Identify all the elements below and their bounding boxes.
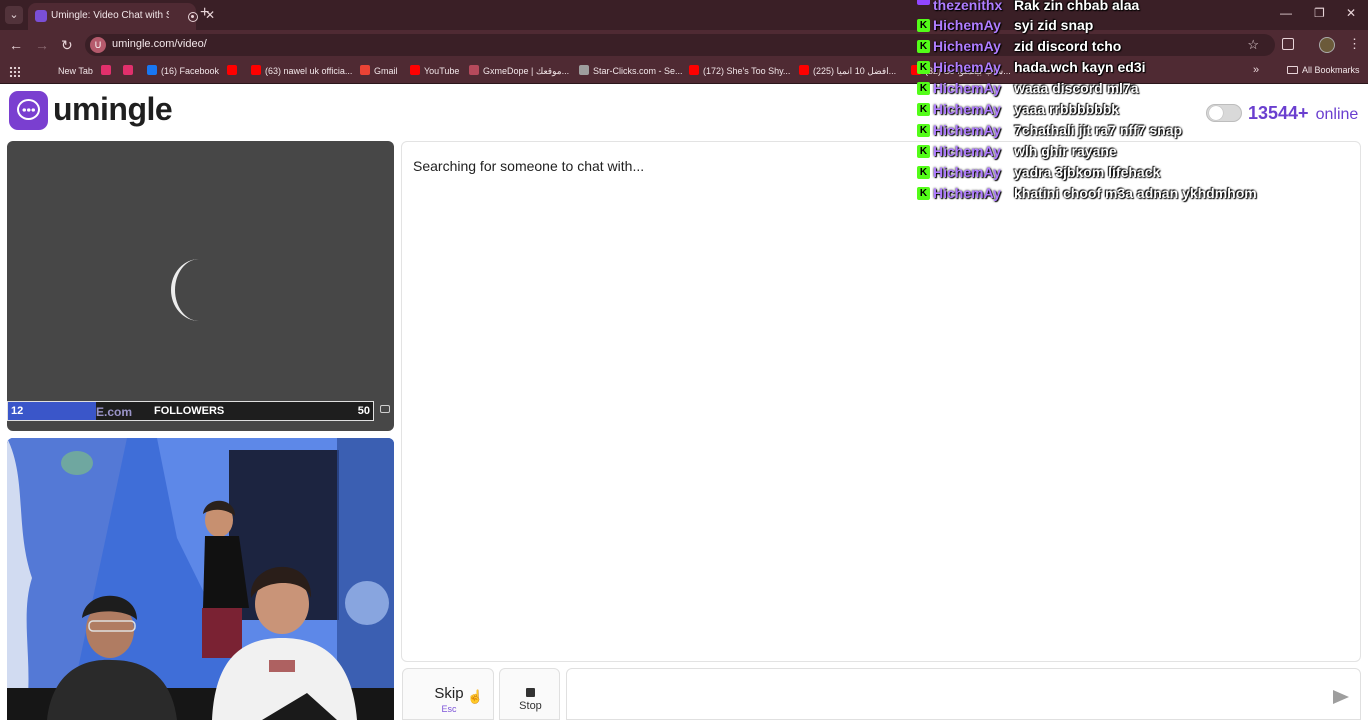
reload-icon[interactable]: ↻ bbox=[61, 37, 73, 54]
chat-username: HichemAy bbox=[933, 101, 1001, 117]
chat-username: HichemAy bbox=[933, 122, 1001, 138]
kick-badge-icon: K bbox=[917, 19, 930, 32]
bookmark-favicon-icon bbox=[689, 65, 699, 75]
bookmark-favicon-icon bbox=[44, 65, 54, 75]
skip-button[interactable]: Skip Esc ☝ bbox=[402, 668, 494, 720]
bookmark-favicon-icon bbox=[469, 65, 479, 75]
bookmark-favicon-icon bbox=[360, 65, 370, 75]
stop-button[interactable]: Stop bbox=[499, 668, 560, 720]
chat-message-text: yaaa rrbbbbbbk bbox=[1014, 101, 1120, 117]
bookmark-item[interactable]: Gmail bbox=[360, 65, 398, 76]
umingle-favicon-icon bbox=[35, 10, 47, 22]
followers-current: 12 bbox=[11, 405, 24, 417]
followers-goal-bar: 12 E.com FOLLOWERS 50 bbox=[7, 401, 374, 421]
recording-icon bbox=[188, 12, 198, 22]
stop-icon bbox=[526, 688, 535, 697]
bookmark-item[interactable]: (172) She's Too Shy... bbox=[689, 65, 790, 76]
bookmark-item[interactable]: Star-Clicks.com - Se... bbox=[579, 65, 683, 76]
kick-badge-icon: K bbox=[917, 103, 930, 116]
loading-spinner-icon bbox=[171, 259, 227, 321]
bookmark-item[interactable] bbox=[123, 65, 137, 76]
kick-badge-icon: K bbox=[917, 124, 930, 137]
twitch-badge-icon bbox=[917, 0, 930, 5]
chat-message-text: yadra 3jbkom lifehack bbox=[1014, 164, 1161, 180]
stream-chat-overlay: thezenithx Rak zin chbab alaa K HichemAy syi… bbox=[916, 0, 1368, 205]
bookmark-label: Star-Clicks.com - Se... bbox=[593, 66, 683, 76]
tab-search-button[interactable]: ⌄ bbox=[5, 6, 23, 24]
bookmark-item[interactable]: (63) nawel uk officia... bbox=[251, 65, 352, 76]
bookmark-favicon-icon bbox=[579, 65, 589, 75]
bookmark-label: (63) nawel uk officia... bbox=[265, 66, 353, 76]
kick-badge-icon: K bbox=[917, 145, 930, 158]
kick-badge-icon: K bbox=[917, 40, 930, 53]
bookmark-item[interactable]: GxmeDope | موقعك... bbox=[469, 65, 569, 77]
bookmark-item[interactable]: YouTube bbox=[410, 65, 459, 76]
kick-badge-icon: K bbox=[917, 61, 930, 74]
dots-icon bbox=[22, 108, 35, 112]
bookmark-favicon-icon bbox=[123, 65, 133, 75]
browser-tab[interactable]: Umingle: Video Chat with S ✕ bbox=[28, 3, 215, 30]
followers-goal: 50 bbox=[357, 405, 370, 417]
chat-username: HichemAy bbox=[933, 17, 1001, 33]
bookmark-favicon-icon bbox=[147, 65, 157, 75]
kick-badge-icon: K bbox=[917, 187, 930, 200]
chat-username: HichemAy bbox=[933, 185, 1001, 201]
chat-message-text: waaa discord ml7a bbox=[1014, 80, 1139, 96]
overlay-brand: E.com bbox=[96, 405, 133, 419]
bookmark-label: GxmeDope | موقعك... bbox=[483, 66, 570, 76]
chat-message-text: 7chathali jit ra7 nff7 snap bbox=[1014, 122, 1183, 138]
bookmark-favicon-icon bbox=[799, 65, 809, 75]
chat-username: HichemAy bbox=[933, 80, 1001, 96]
chat-message-text: zid discord tcho bbox=[1014, 38, 1122, 54]
bookmark-label: (225) افضل 10 انميا... bbox=[813, 66, 897, 76]
bookmark-favicon-icon bbox=[101, 65, 111, 75]
url-text[interactable]: umingle.com/video/ bbox=[112, 38, 207, 50]
bookmark-item[interactable]: (225) افضل 10 انميا... bbox=[799, 65, 896, 77]
bookmark-item[interactable]: New Tab bbox=[44, 65, 93, 76]
bookmark-label: YouTube bbox=[424, 66, 460, 76]
chat-message-text: khatini choof m3a adnan ykhdmhom bbox=[1014, 185, 1257, 201]
chat-username: HichemAy bbox=[933, 164, 1001, 180]
webcam-feed-image bbox=[7, 438, 394, 720]
followers-label: FOLLOWERS bbox=[154, 405, 225, 417]
chat-icon bbox=[380, 405, 390, 413]
tab-title: Umingle: Video Chat with S bbox=[51, 10, 169, 21]
bookmark-item[interactable] bbox=[227, 65, 241, 76]
send-icon[interactable] bbox=[1333, 690, 1349, 704]
new-tab-button[interactable]: + bbox=[200, 4, 209, 22]
site-logo-text[interactable]: umingle bbox=[53, 91, 173, 128]
stop-label: Stop bbox=[519, 700, 542, 712]
bookmark-item[interactable]: (16) Facebook bbox=[147, 65, 219, 76]
chat-username: HichemAy bbox=[933, 59, 1001, 75]
bookmark-label: New Tab bbox=[58, 66, 93, 76]
back-icon[interactable]: ← bbox=[9, 37, 23, 53]
chat-status-message: Searching for someone to chat with... bbox=[413, 158, 645, 174]
bookmark-label: (172) She's Too Shy... bbox=[703, 66, 791, 76]
apps-grid-icon[interactable] bbox=[9, 66, 20, 77]
chat-message-text: syi zid snap bbox=[1014, 17, 1094, 33]
bookmark-favicon-icon bbox=[251, 65, 261, 75]
site-info-icon[interactable]: U bbox=[90, 37, 106, 53]
bookmark-label: Gmail bbox=[374, 66, 398, 76]
forward-icon[interactable]: → bbox=[35, 37, 49, 53]
remote-video: 12 E.com FOLLOWERS 50 bbox=[7, 141, 394, 431]
message-input[interactable] bbox=[566, 668, 1361, 720]
chat-log-panel: Searching for someone to chat with... bbox=[401, 141, 1361, 662]
bookmark-favicon-icon bbox=[410, 65, 420, 75]
chat-message-text: hada.wch kayn ed3i bbox=[1014, 59, 1146, 75]
skip-shortcut-hint: Esc bbox=[441, 704, 457, 714]
bookmark-item[interactable] bbox=[101, 65, 115, 76]
hand-cursor-icon: ☝ bbox=[467, 689, 484, 704]
chat-message-text: wlh ghir rayane bbox=[1014, 143, 1117, 159]
chat-username: thezenithx bbox=[933, 0, 1003, 13]
bookmark-label: (16) Facebook bbox=[161, 66, 220, 76]
kick-badge-icon: K bbox=[917, 82, 930, 95]
bookmark-favicon-icon bbox=[227, 65, 237, 75]
kick-badge-icon: K bbox=[917, 166, 930, 179]
chat-username: HichemAy bbox=[933, 38, 1001, 54]
local-webcam-video bbox=[7, 438, 394, 720]
chat-username: HichemAy bbox=[933, 143, 1001, 159]
umingle-logo-icon[interactable] bbox=[9, 91, 48, 130]
chat-message-text: Rak zin chbab alaa bbox=[1014, 0, 1140, 13]
